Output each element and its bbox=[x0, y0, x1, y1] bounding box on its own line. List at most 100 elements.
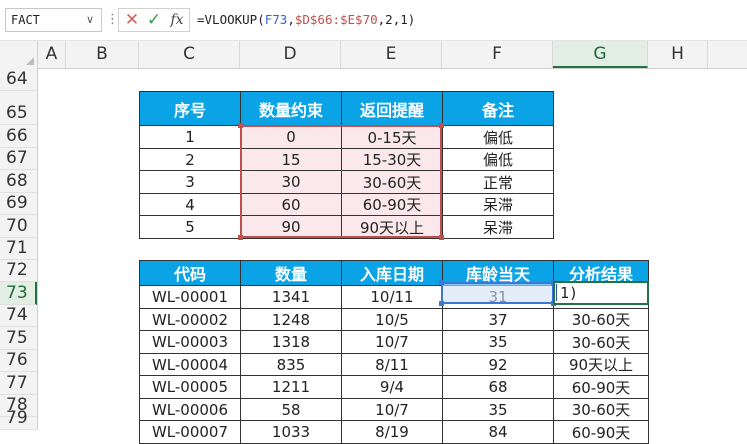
lookup-cell[interactable]: 0-15天 bbox=[341, 125, 443, 149]
inventory-cell[interactable]: 1341 bbox=[240, 285, 342, 309]
lookup-cell[interactable]: 60 bbox=[240, 193, 342, 216]
lookup-header-quantity[interactable]: 数量约束 bbox=[240, 91, 342, 126]
inventory-cell[interactable]: 37 bbox=[442, 308, 554, 331]
table-row: 1 0 0-15天 偏低 bbox=[139, 125, 554, 149]
lookup-cell[interactable]: 90天以上 bbox=[341, 215, 443, 239]
column-header-d[interactable]: D bbox=[240, 41, 341, 68]
enter-icon[interactable]: ✓ bbox=[144, 9, 164, 31]
row-header-79[interactable]: 79 bbox=[0, 408, 37, 430]
inventory-cell[interactable]: 10/7 bbox=[341, 398, 443, 421]
row-header-72[interactable]: 72 bbox=[0, 260, 37, 282]
lookup-header-note[interactable]: 备注 bbox=[442, 91, 554, 126]
lookup-cell[interactable]: 4 bbox=[139, 193, 241, 216]
inventory-cell[interactable]: 8/11 bbox=[341, 353, 443, 376]
inventory-header-age[interactable]: 库龄当天 bbox=[442, 260, 554, 286]
inventory-cell[interactable]: 10/5 bbox=[341, 308, 443, 331]
inventory-cell[interactable]: 30-60天 bbox=[553, 398, 649, 421]
row-header-76[interactable]: 76 bbox=[0, 350, 37, 372]
inventory-cell[interactable]: 60-90天 bbox=[553, 375, 649, 399]
row-header-66[interactable]: 66 bbox=[0, 125, 37, 148]
inventory-header-date[interactable]: 入库日期 bbox=[341, 260, 443, 286]
inventory-cell[interactable]: 90天以上 bbox=[553, 353, 649, 376]
ref-handle[interactable] bbox=[439, 280, 444, 285]
column-header-c[interactable]: C bbox=[139, 41, 240, 68]
lookup-cell[interactable]: 3 bbox=[139, 170, 241, 194]
formula-input[interactable]: =VLOOKUP(F73,$D$66:$E$70,2,1) bbox=[197, 8, 415, 32]
lookup-cell[interactable]: 15-30天 bbox=[341, 148, 443, 171]
inventory-cell[interactable]: 835 bbox=[240, 353, 342, 376]
lookup-cell[interactable]: 0 bbox=[240, 125, 342, 149]
lookup-cell[interactable]: 偏低 bbox=[442, 148, 554, 171]
row-header-75[interactable]: 75 bbox=[0, 327, 37, 350]
ref-handle[interactable] bbox=[439, 301, 444, 306]
inventory-cell[interactable]: 30-60天 bbox=[553, 308, 649, 331]
lookup-cell[interactable]: 偏低 bbox=[442, 125, 554, 149]
lookup-cell[interactable]: 呆滞 bbox=[442, 215, 554, 239]
lookup-cell[interactable]: 15 bbox=[240, 148, 342, 171]
lookup-cell[interactable]: 60-90天 bbox=[341, 193, 443, 216]
inventory-cell[interactable]: WL-00007 bbox=[139, 420, 241, 444]
inventory-header-quantity[interactable]: 数量 bbox=[240, 260, 342, 286]
inventory-cell[interactable]: 92 bbox=[442, 353, 554, 376]
cancel-icon[interactable]: ✕ bbox=[122, 9, 142, 31]
lookup-header-index[interactable]: 序号 bbox=[139, 91, 241, 126]
inventory-header-code[interactable]: 代码 bbox=[139, 260, 241, 286]
inventory-cell[interactable]: 1248 bbox=[240, 308, 342, 331]
row-header-69[interactable]: 69 bbox=[0, 193, 37, 215]
inventory-cell[interactable]: 84 bbox=[442, 420, 554, 444]
row-header-74[interactable]: 74 bbox=[0, 305, 37, 327]
row-header-65[interactable]: 65 bbox=[0, 91, 37, 125]
inventory-cell[interactable]: WL-00004 bbox=[139, 353, 241, 376]
row-header-68[interactable]: 68 bbox=[0, 170, 37, 193]
lookup-cell[interactable]: 5 bbox=[139, 215, 241, 239]
inventory-cell[interactable]: 9/4 bbox=[341, 375, 443, 399]
inventory-cell[interactable]: WL-00002 bbox=[139, 308, 241, 331]
row-header-77[interactable]: 77 bbox=[0, 372, 37, 395]
range-handle[interactable] bbox=[439, 235, 444, 240]
row-header-67[interactable]: 67 bbox=[0, 148, 37, 170]
inventory-cell[interactable]: 35 bbox=[442, 330, 554, 354]
column-header-a[interactable]: A bbox=[38, 41, 66, 68]
inventory-cell[interactable]: WL-00003 bbox=[139, 330, 241, 354]
lookup-cell[interactable]: 30 bbox=[240, 170, 342, 194]
row-header-70[interactable]: 70 bbox=[0, 215, 37, 238]
inventory-cell[interactable]: WL-00006 bbox=[139, 398, 241, 421]
column-header-g[interactable]: G bbox=[553, 41, 648, 68]
inventory-cell[interactable]: 1318 bbox=[240, 330, 342, 354]
inventory-cell[interactable]: 68 bbox=[442, 375, 554, 399]
inventory-cell[interactable]: 35 bbox=[442, 398, 554, 421]
inventory-cell[interactable]: 1033 bbox=[240, 420, 342, 444]
range-handle[interactable] bbox=[238, 123, 243, 128]
lookup-cell[interactable]: 30-60天 bbox=[341, 170, 443, 194]
ref-handle[interactable] bbox=[551, 301, 556, 306]
inventory-cell[interactable]: 1211 bbox=[240, 375, 342, 399]
inventory-cell[interactable]: WL-00005 bbox=[139, 375, 241, 399]
inventory-cell[interactable]: 60-90天 bbox=[553, 420, 649, 444]
range-handle[interactable] bbox=[439, 123, 444, 128]
column-header-e[interactable]: E bbox=[341, 41, 442, 68]
column-header-h[interactable]: H bbox=[648, 41, 708, 68]
column-header-f[interactable]: F bbox=[442, 41, 553, 68]
lookup-cell[interactable]: 2 bbox=[139, 148, 241, 171]
lookup-cell[interactable]: 90 bbox=[240, 215, 342, 239]
row-header-64[interactable]: 64 bbox=[0, 68, 37, 91]
inventory-cell[interactable]: 31 bbox=[442, 285, 554, 309]
column-header-b[interactable]: B bbox=[66, 41, 139, 68]
inventory-cell[interactable]: 8/19 bbox=[341, 420, 443, 444]
range-handle[interactable] bbox=[238, 235, 243, 240]
lookup-header-reminder[interactable]: 返回提醒 bbox=[341, 91, 443, 126]
inventory-cell[interactable]: 58 bbox=[240, 398, 342, 421]
insert-function-button[interactable]: fx bbox=[167, 9, 187, 31]
inventory-cell[interactable]: 10/11 bbox=[341, 285, 443, 309]
select-all-corner[interactable] bbox=[0, 41, 38, 68]
inventory-header-result[interactable]: 分析结果 bbox=[553, 260, 649, 286]
row-header-73[interactable]: 73 bbox=[0, 282, 37, 305]
name-box-dropdown-icon[interactable]: ∨ bbox=[86, 8, 100, 32]
inventory-cell[interactable]: 10/7 bbox=[341, 330, 443, 354]
lookup-cell[interactable]: 正常 bbox=[442, 170, 554, 194]
lookup-cell[interactable]: 呆滞 bbox=[442, 193, 554, 216]
inventory-cell[interactable]: 30-60天 bbox=[553, 330, 649, 354]
lookup-cell[interactable]: 1 bbox=[139, 125, 241, 149]
row-header-71[interactable]: 71 bbox=[0, 238, 37, 260]
inventory-cell[interactable]: WL-00001 bbox=[139, 285, 241, 309]
